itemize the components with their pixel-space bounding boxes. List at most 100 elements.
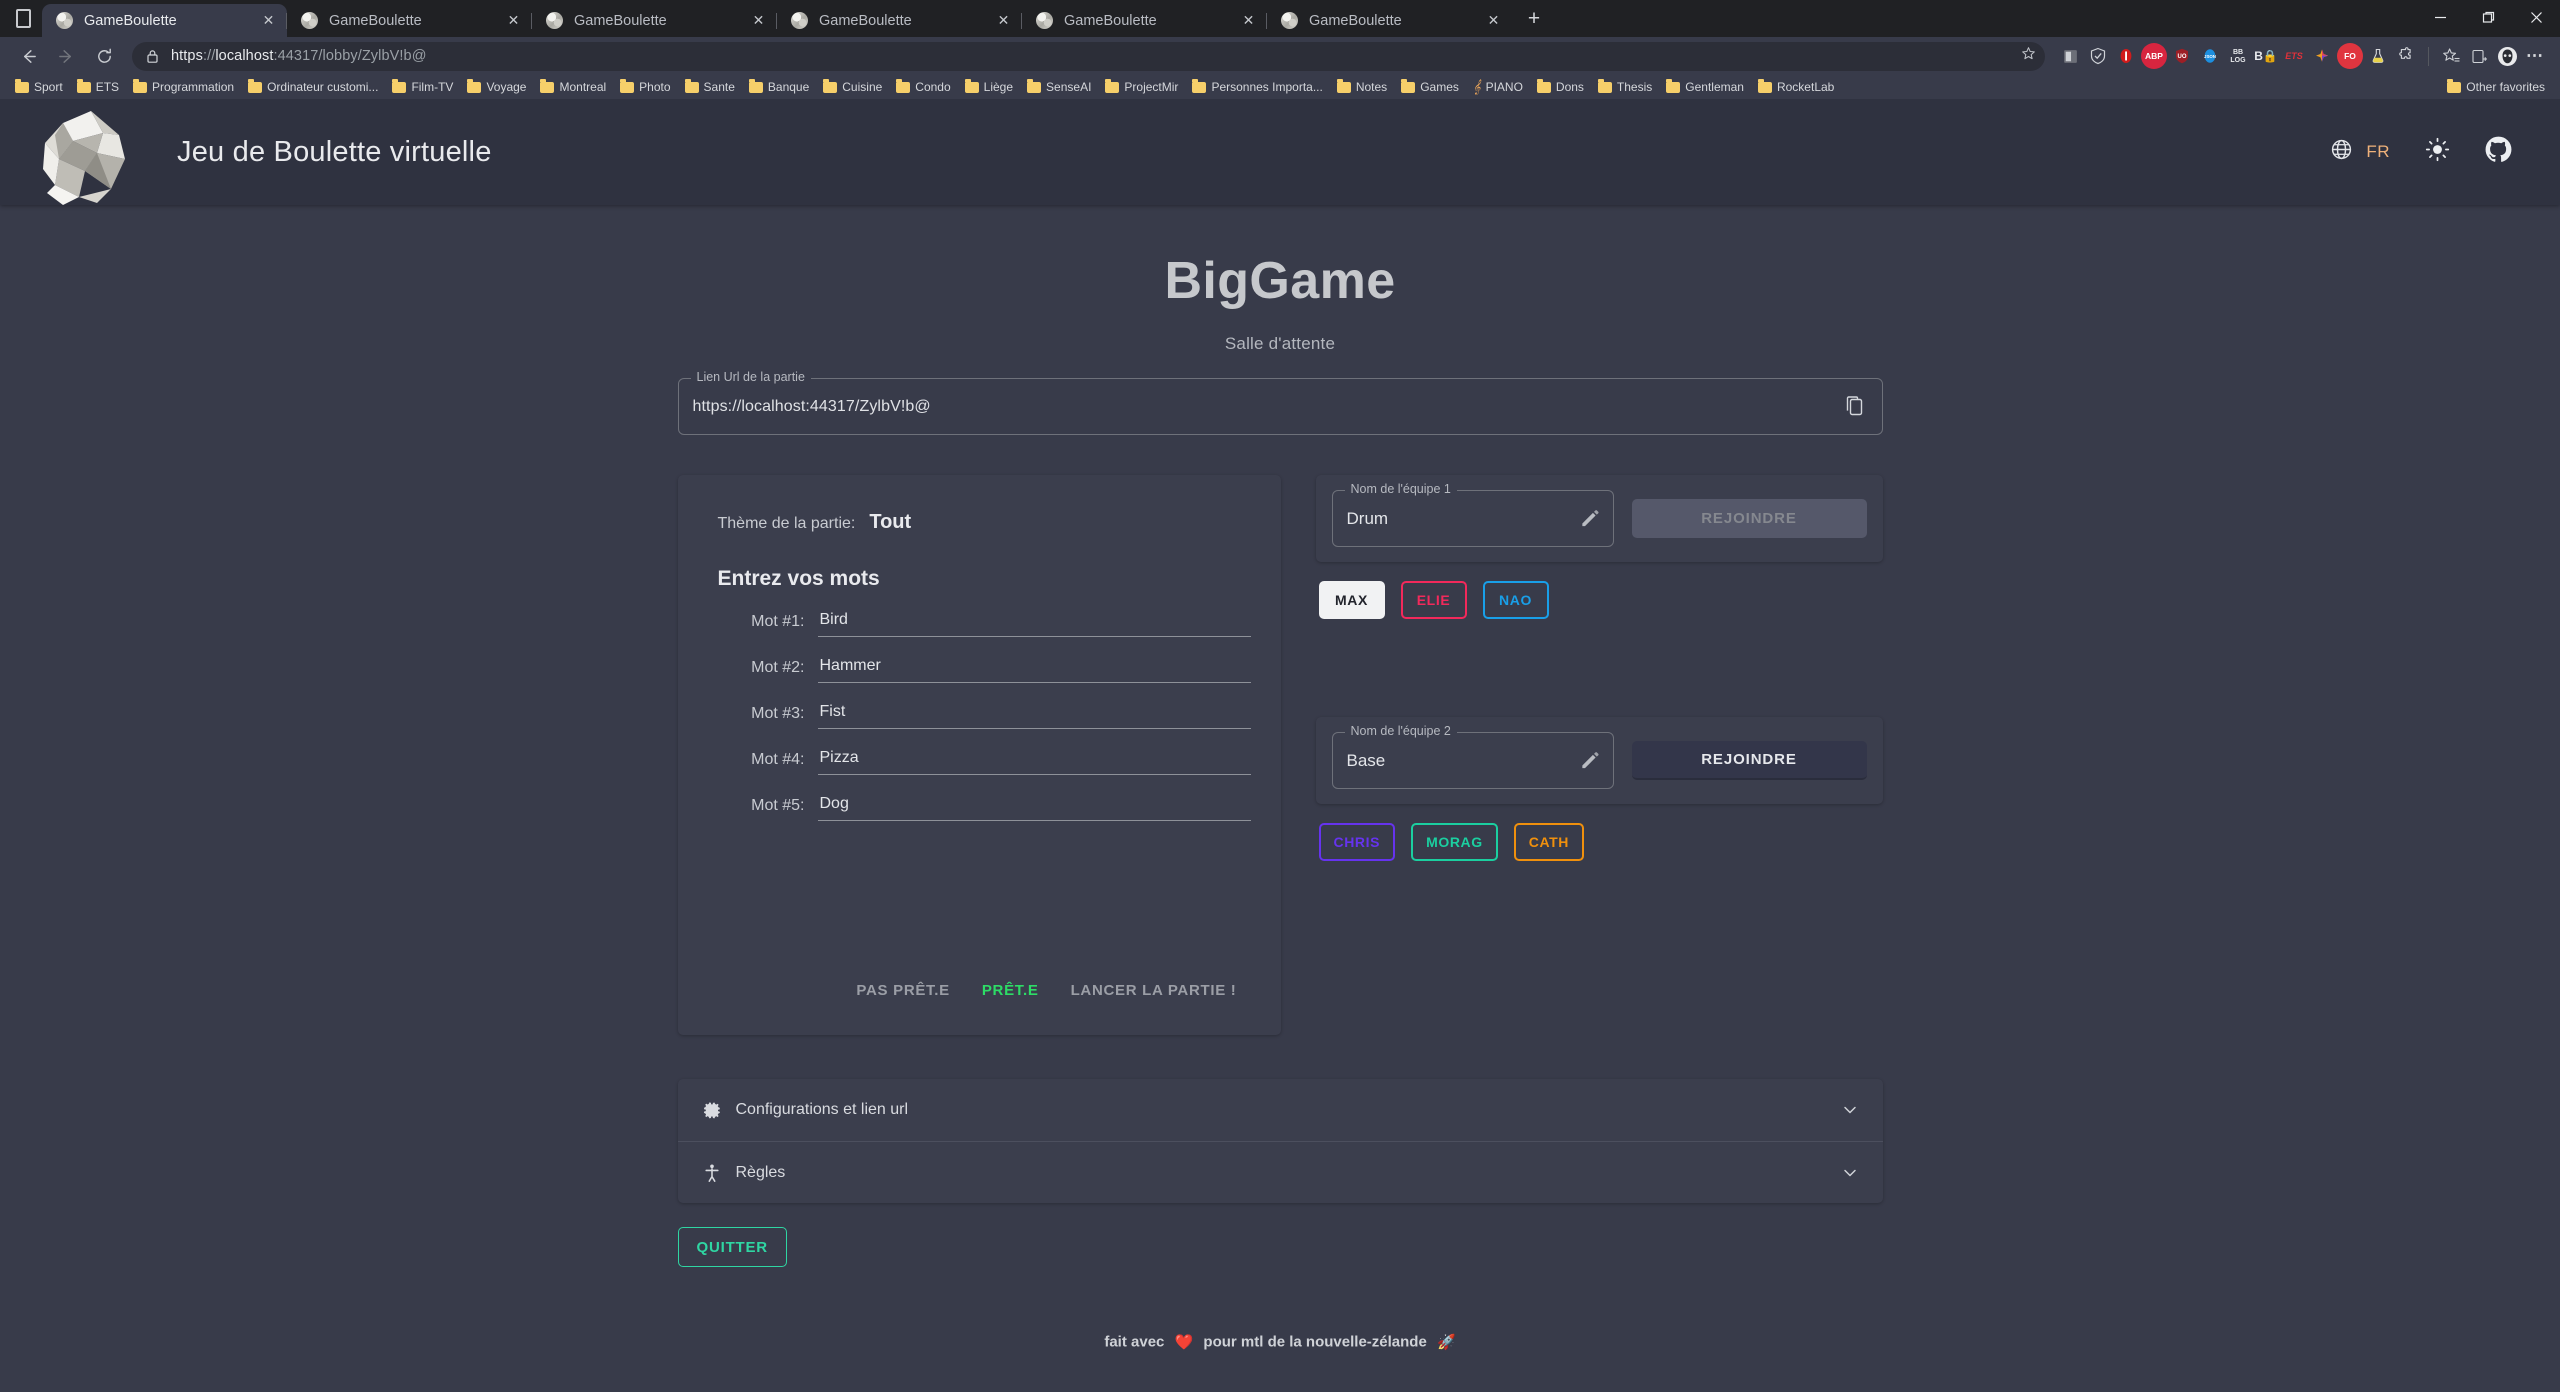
bookmark-label: RocketLab	[1776, 80, 1835, 94]
player-chip[interactable]: CHRIS	[1318, 823, 1396, 861]
bookmark-item[interactable]: Montreal	[533, 78, 613, 96]
bookmark-item[interactable]: Banque	[742, 78, 816, 96]
word-input-3[interactable]	[817, 703, 1251, 729]
accordion-configurations[interactable]: Configurations et lien url	[678, 1079, 1883, 1141]
bookmark-item[interactable]: Personnes Importa...	[1185, 78, 1329, 96]
tab-close-icon[interactable]: ✕	[991, 8, 1016, 33]
bookmark-item[interactable]: Liège	[958, 78, 1020, 96]
theme-toggle-button[interactable]	[2425, 137, 2450, 167]
game-url-field[interactable]: Lien Url de la partie https://localhost:…	[677, 370, 1883, 435]
ready-button[interactable]: PRÊT.E	[968, 972, 1053, 1009]
bookmark-item[interactable]: Sante	[678, 78, 742, 96]
bitwarden-extension-icon[interactable]: B🔒	[2253, 43, 2279, 69]
team-1-join-button[interactable]: REJOINDRE	[1631, 499, 1867, 538]
close-button[interactable]	[2512, 0, 2560, 34]
back-button[interactable]	[12, 40, 44, 72]
flask-extension-icon[interactable]	[2365, 43, 2391, 69]
team-2-name-field[interactable]: Nom de l'équipe 2 Base	[1331, 724, 1614, 789]
office-extension-icon[interactable]	[2057, 43, 2083, 69]
quit-button[interactable]: QUITTER	[677, 1227, 787, 1267]
bookmark-item[interactable]: SenseAI	[1020, 78, 1098, 96]
team-2-join-button[interactable]: REJOINDRE	[1631, 741, 1867, 780]
favorites-star-icon[interactable]	[2438, 43, 2464, 69]
bookmark-label: Personnes Importa...	[1211, 80, 1323, 94]
player-chip[interactable]: ELIE	[1400, 581, 1467, 619]
json-viewer-extension-icon[interactable]: JSON	[2197, 43, 2223, 69]
tab-close-icon[interactable]: ✕	[256, 8, 281, 33]
word-input-1[interactable]	[817, 611, 1251, 637]
tab-close-icon[interactable]: ✕	[1236, 8, 1261, 33]
ublock-extension-icon[interactable]	[2113, 43, 2139, 69]
tab-title: GameBoulette	[1309, 12, 1402, 29]
bookmark-item[interactable]: Photo	[613, 78, 677, 96]
more-options-icon[interactable]: ⋯	[2522, 43, 2548, 69]
bookmark-item[interactable]: Ordinateur customi...	[241, 78, 385, 96]
tab-search-button[interactable]	[4, 0, 42, 37]
bookmark-item[interactable]: Voyage	[460, 78, 533, 96]
bookmark-item[interactable]: Programmation	[126, 78, 241, 96]
bookmark-item[interactable]: Film-TV	[385, 78, 460, 96]
address-bar[interactable]: https://localhost:44317/lobby/ZylbV!b@	[132, 41, 2045, 71]
bookmark-item[interactable]: ProjectMir	[1098, 78, 1185, 96]
profile-avatar-icon[interactable]	[2494, 43, 2520, 69]
theme-value: Tout	[869, 511, 912, 533]
heart-icon: ❤️	[1174, 1334, 1194, 1352]
shield-extension-icon[interactable]	[2085, 43, 2111, 69]
player-chip[interactable]: MAX	[1318, 581, 1385, 619]
minimize-button[interactable]	[2416, 0, 2464, 34]
browser-tab[interactable]: GameBoulette ✕	[776, 4, 1022, 37]
player-chip[interactable]: NAO	[1482, 581, 1549, 619]
browser-tab[interactable]: GameBoulette ✕	[286, 4, 532, 37]
tab-favicon	[56, 12, 73, 29]
accordion-rules[interactable]: Règles	[677, 1141, 1883, 1203]
bookmark-item[interactable]: Games	[1394, 78, 1466, 96]
browser-tab[interactable]: GameBoulette ✕	[1266, 4, 1512, 37]
collections-icon[interactable]	[2466, 43, 2492, 69]
browser-tab[interactable]: GameBoulette ✕	[531, 4, 777, 37]
adblock-plus-extension-icon[interactable]: ABP	[2141, 43, 2167, 69]
bookmark-item[interactable]: Cuisine	[816, 78, 889, 96]
tab-close-icon[interactable]: ✕	[746, 8, 771, 33]
reload-button[interactable]	[88, 40, 120, 72]
pencil-icon[interactable]	[1579, 508, 1600, 529]
bookmark-item[interactable]: Thesis	[1591, 78, 1659, 96]
bookmark-item[interactable]: Sport	[8, 78, 70, 96]
puzzle-extensions-icon[interactable]	[2393, 43, 2419, 69]
bookmark-item[interactable]: Notes	[1330, 78, 1394, 96]
pencil-icon[interactable]	[1579, 750, 1600, 771]
not-ready-button[interactable]: PAS PRÊT.E	[842, 972, 963, 1009]
maximize-button[interactable]	[2464, 0, 2512, 34]
bb-log-extension-icon[interactable]: BB LOG	[2225, 43, 2251, 69]
github-link-button[interactable]	[2485, 136, 2512, 168]
bookmark-item[interactable]: RocketLab	[1751, 78, 1841, 96]
forward-button[interactable]	[50, 40, 82, 72]
other-favorites-button[interactable]: Other favorites	[2440, 78, 2552, 96]
tab-close-icon[interactable]: ✕	[1481, 8, 1506, 33]
bookmark-label: Notes	[1355, 80, 1388, 94]
word-input-5[interactable]	[817, 795, 1251, 821]
word-input-4[interactable]	[817, 749, 1251, 775]
bookmark-item[interactable]: Gentleman	[1659, 78, 1751, 96]
bookmark-item[interactable]: Condo	[889, 78, 957, 96]
ets-extension-icon[interactable]: ETS	[2281, 43, 2307, 69]
bookmark-item[interactable]: Dons	[1530, 78, 1591, 96]
bookmark-item[interactable]: ETS	[70, 78, 126, 96]
team-1-name-field[interactable]: Nom de l'équipe 1 Drum	[1331, 482, 1614, 547]
player-chip[interactable]: CATH	[1513, 823, 1584, 861]
language-switcher[interactable]: FR	[2330, 138, 2390, 166]
colorpicker-extension-icon[interactable]	[2309, 43, 2335, 69]
start-game-button[interactable]: LANCER LA PARTIE !	[1057, 972, 1251, 1009]
page-footer: fait avec ❤️ pour mtl de la nouvelle-zél…	[678, 1333, 1883, 1352]
word-input-2[interactable]	[817, 657, 1251, 683]
player-chip[interactable]: MORAG	[1411, 823, 1498, 861]
bookmark-label: Ordinateur customi...	[267, 80, 379, 94]
bookmark-item-piano[interactable]: 𝄞 PIANO	[1466, 77, 1530, 97]
fo-extension-icon[interactable]: FO	[2337, 43, 2363, 69]
browser-tab[interactable]: GameBoulette ✕	[1021, 4, 1267, 37]
bookmark-star-icon[interactable]	[2021, 46, 2036, 66]
ublock-origin-extension-icon[interactable]: UO	[2169, 43, 2195, 69]
new-tab-button[interactable]: +	[1517, 2, 1551, 36]
tab-close-icon[interactable]: ✕	[501, 8, 526, 33]
copy-icon[interactable]	[1842, 394, 1868, 420]
browser-tab[interactable]: GameBoulette ✕	[42, 4, 287, 37]
